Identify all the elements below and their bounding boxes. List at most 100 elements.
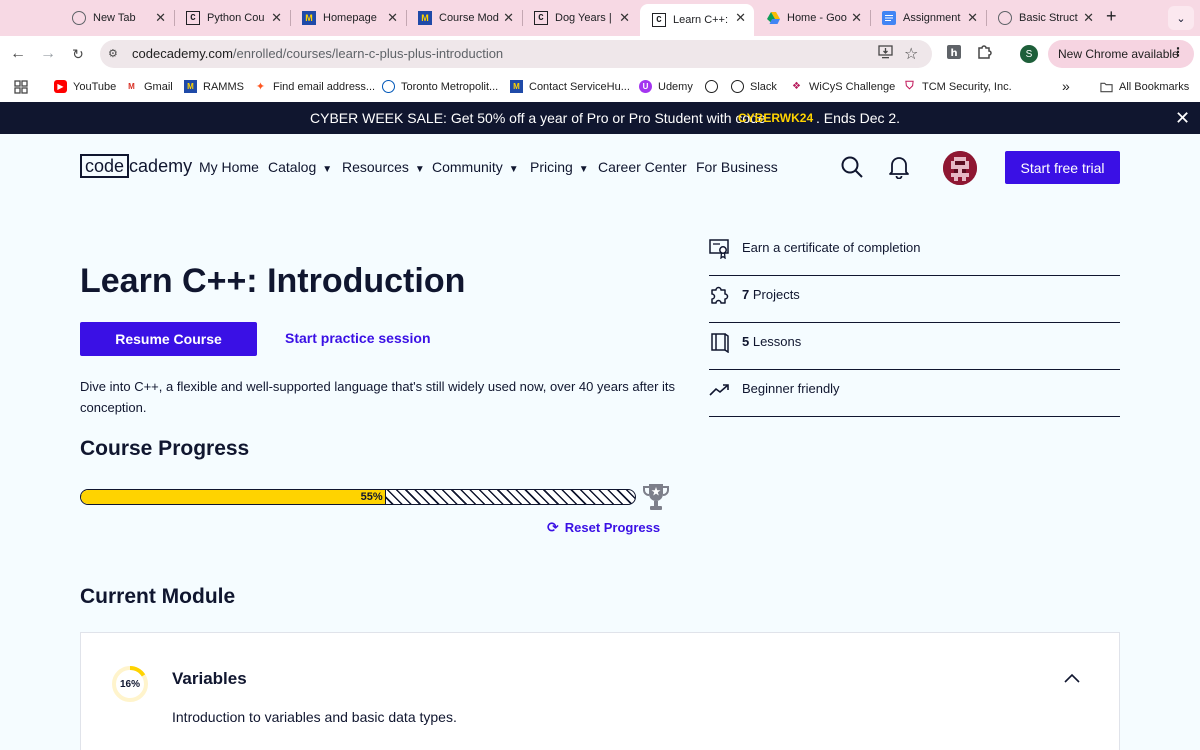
tab-new-tab[interactable]: New Tab ✕ [60, 0, 175, 36]
close-icon[interactable]: ✕ [271, 10, 282, 26]
bookmark-globe[interactable] [705, 80, 724, 93]
tab-basic-structure[interactable]: Basic Struct ✕ [986, 0, 1102, 36]
tab-search-icon[interactable]: ⌄ [1168, 6, 1194, 30]
drive-icon [766, 11, 780, 25]
codecademy-logo[interactable]: code cademy [80, 153, 192, 179]
codecademy-icon: C [534, 11, 548, 25]
reload-icon[interactable]: ↻ [66, 42, 90, 66]
globe-icon [998, 11, 1012, 25]
apps-grid-icon[interactable] [14, 80, 28, 94]
extension-h-icon[interactable]: h [946, 44, 962, 63]
user-avatar[interactable] [943, 151, 977, 185]
close-icon[interactable]: ✕ [619, 10, 630, 26]
close-icon[interactable]: ✕ [503, 10, 514, 26]
close-icon[interactable]: ✕ [1083, 10, 1094, 26]
bookmark-gmail[interactable]: M Gmail [125, 80, 173, 93]
nav-my-home[interactable]: My Home [199, 159, 259, 175]
module-progress-label: 16% [119, 678, 140, 690]
all-bookmarks[interactable]: All Bookmarks [1100, 80, 1189, 93]
nav-label: Catalog [268, 159, 317, 175]
back-icon[interactable]: ← [6, 42, 30, 66]
bookmark-wicys[interactable]: ❖ WiCyS Challenge [790, 80, 895, 93]
bookmark-star-icon[interactable]: ☆ [904, 44, 918, 64]
new-chrome-button[interactable]: New Chrome available ⋮ [1048, 40, 1194, 68]
m-icon: M [184, 80, 197, 93]
reset-progress-label: Reset Progress [564, 520, 661, 535]
certificate-icon [709, 237, 731, 260]
caret-down-icon: ▼ [414, 164, 425, 175]
new-tab-icon[interactable]: + [1106, 6, 1117, 27]
nav-community[interactable]: Community ▼ [432, 159, 519, 175]
profile-avatar[interactable]: S [1020, 45, 1038, 63]
m-icon: M [418, 11, 432, 25]
nav-catalog[interactable]: Catalog ▼ [268, 159, 332, 175]
bookmark-label: RAMMS [203, 80, 244, 93]
caret-down-icon: ▼ [578, 164, 589, 175]
bookmark-slack[interactable]: Slack [731, 80, 777, 93]
nav-resources[interactable]: Resources ▼ [342, 159, 425, 175]
bookmark-label: YouTube [73, 80, 117, 93]
all-bookmarks-label: All Bookmarks [1119, 80, 1190, 93]
bookmark-ramms[interactable]: M RAMMS [184, 80, 244, 93]
tab-dog-years[interactable]: C Dog Years | ✕ [522, 0, 638, 36]
tab-homepage[interactable]: M Homepage ✕ [290, 0, 407, 36]
tab-assignment[interactable]: Assignment ✕ [870, 0, 987, 36]
bookmark-tcm-security[interactable]: ⛉ TCM Security, Inc. [903, 80, 1012, 93]
address-bar[interactable]: ⚙ codecademy.com/enrolled/courses/learn-… [100, 40, 932, 68]
extensions-puzzle-icon[interactable] [976, 44, 992, 63]
new-chrome-label: New Chrome available [1058, 47, 1179, 61]
tab-label: Assignment [903, 12, 961, 24]
stat-beginner: Beginner friendly [709, 370, 1120, 417]
forward-icon[interactable]: → [36, 42, 60, 66]
bookmark-udemy[interactable]: U Udemy [639, 80, 693, 93]
bookmark-find-email[interactable]: ✦ Find email address... [254, 80, 375, 94]
close-icon[interactable]: ✕ [155, 10, 166, 26]
tab-label: Course Mod [439, 12, 499, 24]
menu-dots-icon[interactable]: ⋮ [1172, 45, 1184, 59]
more-bookmarks-icon[interactable]: » [1062, 78, 1070, 94]
search-icon[interactable] [840, 155, 864, 184]
bookmark-youtube[interactable]: ▶ YouTube [54, 80, 116, 93]
toronto-metropolitan-icon [382, 80, 395, 93]
chevron-up-icon[interactable] [1064, 671, 1080, 683]
module-card[interactable]: 16% Variables Introduction to variables … [80, 632, 1120, 750]
stat-label: Projects [749, 287, 800, 302]
tab-google-drive[interactable]: Home - Goo ✕ [754, 0, 871, 36]
resume-course-button[interactable]: Resume Course [80, 322, 257, 356]
nav-for-business[interactable]: For Business [696, 159, 778, 175]
nav-label: For Business [696, 159, 778, 175]
trend-icon [709, 378, 731, 400]
tab-learn-cpp[interactable]: C Learn C++: ✕ [640, 4, 754, 36]
docs-icon [882, 11, 896, 25]
install-app-icon[interactable] [878, 45, 893, 62]
bookmark-toronto-metropolitan[interactable]: Toronto Metropolit... [382, 80, 498, 93]
nav-pricing[interactable]: Pricing ▼ [530, 159, 589, 175]
tab-python-course[interactable]: C Python Cou ✕ [174, 0, 291, 36]
stat-label: Lessons [749, 334, 802, 349]
nav-career-center[interactable]: Career Center [598, 159, 687, 175]
logo-rest-text: cademy [129, 156, 193, 176]
tab-course-modules[interactable]: M Course Mod ✕ [406, 0, 523, 36]
notification-bell-icon[interactable] [888, 155, 910, 184]
close-icon[interactable]: ✕ [387, 10, 398, 26]
close-icon[interactable]: ✕ [967, 10, 978, 26]
site-info-icon[interactable]: ⚙ [108, 47, 122, 61]
bookmark-contact-servicehub[interactable]: M Contact ServiceHu... [510, 80, 630, 93]
close-icon[interactable]: ✕ [851, 10, 862, 26]
reset-icon: ⟳ [547, 519, 559, 535]
start-free-trial-button[interactable]: Start free trial [1005, 151, 1120, 184]
promo-end-date: . Ends Dec 2. [816, 110, 901, 126]
course-progress-heading: Course Progress [80, 437, 250, 460]
globe-icon [731, 80, 744, 93]
bookmark-label: TCM Security, Inc. [922, 80, 1012, 93]
udemy-icon: U [639, 80, 652, 93]
course-progress-bar: 55% [80, 489, 636, 505]
promo-text: CYBER WEEK SALE: Get 50% off a year of P… [310, 110, 766, 126]
close-icon[interactable]: ✕ [735, 10, 746, 26]
start-practice-session-link[interactable]: Start practice session [285, 330, 431, 346]
codecademy-icon: C [652, 13, 666, 27]
reset-progress-button[interactable]: ⟳ Reset Progress [547, 519, 660, 536]
course-progress-fill [81, 490, 386, 504]
close-icon[interactable]: ✕ [1175, 108, 1190, 129]
youtube-icon: ▶ [54, 80, 67, 93]
